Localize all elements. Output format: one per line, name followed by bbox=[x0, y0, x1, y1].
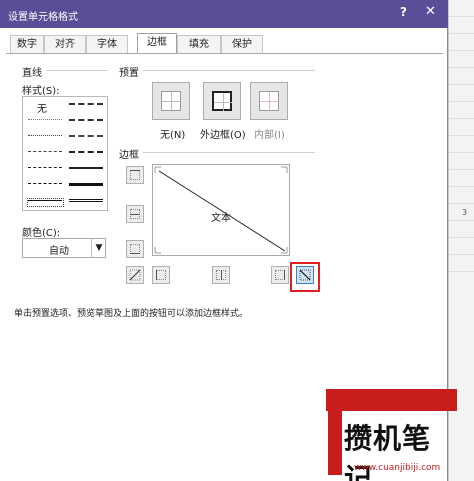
border-divider bbox=[143, 152, 315, 153]
watermark-accent bbox=[328, 411, 342, 475]
help-button[interactable]: ? bbox=[400, 5, 407, 19]
highlight-box bbox=[290, 262, 320, 292]
bottom-border-icon bbox=[130, 253, 140, 254]
border-preview[interactable]: 文本 bbox=[152, 164, 290, 256]
line-style-none[interactable]: 无 bbox=[37, 100, 47, 115]
line-style-list[interactable]: 无 bbox=[22, 96, 108, 211]
middle-vertical-border-icon bbox=[221, 270, 222, 280]
presets-divider bbox=[143, 70, 315, 71]
middle-horizontal-border-icon bbox=[130, 214, 140, 215]
watermark: 攒机笔记 www.cuanjibiji.com bbox=[326, 389, 457, 481]
presets-title: 预置 bbox=[119, 68, 139, 79]
line-group-title: 直线 bbox=[22, 68, 42, 79]
close-button[interactable]: ✕ bbox=[425, 4, 436, 19]
top-border-button[interactable] bbox=[126, 166, 144, 184]
style-label: 样式(S): bbox=[22, 86, 60, 97]
line-style-option[interactable] bbox=[28, 183, 62, 184]
middle-horizontal-border-button[interactable] bbox=[126, 205, 144, 223]
left-border-icon bbox=[156, 270, 157, 280]
diagonal-up-border-button[interactable] bbox=[126, 266, 144, 284]
line-style-option[interactable] bbox=[69, 135, 103, 137]
color-dropdown[interactable]: 自动 ▼ bbox=[22, 238, 106, 258]
preset-none-label: 无(N) bbox=[160, 130, 186, 141]
line-style-option[interactable] bbox=[69, 199, 103, 202]
top-border-icon bbox=[130, 170, 140, 171]
line-style-option[interactable] bbox=[69, 183, 103, 186]
hint-text: 单击预置选项、预览草图及上面的按钮可以添加边框样式。 bbox=[14, 309, 249, 319]
border-title: 边框 bbox=[119, 150, 139, 161]
bottom-border-button[interactable] bbox=[126, 240, 144, 258]
line-style-option[interactable] bbox=[69, 119, 103, 121]
watermark-bar bbox=[326, 389, 457, 411]
preset-outline-button[interactable] bbox=[203, 82, 241, 120]
line-style-option[interactable] bbox=[28, 119, 62, 120]
chevron-down-icon[interactable]: ▼ bbox=[91, 239, 106, 257]
preset-inside-label: 内部(I) bbox=[254, 130, 285, 141]
selected-line-style bbox=[27, 198, 64, 207]
tab-protection[interactable]: 保护 bbox=[221, 35, 263, 54]
tab-border[interactable]: 边框 bbox=[137, 33, 177, 54]
tab-fill[interactable]: 填充 bbox=[177, 35, 221, 54]
outline-border-icon bbox=[212, 91, 232, 111]
no-border-icon bbox=[161, 91, 181, 111]
background-cell-text: 3 bbox=[462, 208, 468, 217]
preview-text: 文本 bbox=[211, 213, 231, 224]
middle-vertical-border-button[interactable] bbox=[212, 266, 230, 284]
line-style-option[interactable] bbox=[69, 167, 103, 169]
color-value: 自动 bbox=[49, 246, 69, 257]
tab-divider bbox=[6, 53, 443, 54]
line-style-option[interactable] bbox=[69, 103, 103, 105]
preset-none-button[interactable] bbox=[152, 82, 190, 120]
line-style-option[interactable] bbox=[28, 135, 62, 136]
diagonal-up-border-icon bbox=[129, 269, 141, 281]
watermark-url: www.cuanjibiji.com bbox=[354, 463, 441, 473]
dialog-title: 设置单元格格式 bbox=[8, 12, 78, 23]
color-label: 颜色(C): bbox=[22, 228, 61, 239]
line-style-option[interactable] bbox=[28, 151, 62, 152]
preset-outline-label: 外边框(O) bbox=[200, 130, 246, 141]
line-style-option[interactable] bbox=[28, 167, 62, 168]
tab-alignment[interactable]: 对齐 bbox=[44, 35, 86, 54]
preset-inside-button[interactable] bbox=[250, 82, 288, 120]
title-bar: 设置单元格格式 ? ✕ bbox=[0, 0, 448, 28]
tab-number[interactable]: 数字 bbox=[10, 35, 44, 54]
inside-border-icon bbox=[259, 91, 279, 111]
right-border-button[interactable] bbox=[271, 266, 289, 284]
right-border-icon bbox=[284, 270, 285, 280]
line-group-divider bbox=[46, 70, 108, 71]
line-style-option[interactable] bbox=[69, 151, 103, 153]
tab-font[interactable]: 字体 bbox=[86, 35, 128, 54]
left-border-button[interactable] bbox=[152, 266, 170, 284]
